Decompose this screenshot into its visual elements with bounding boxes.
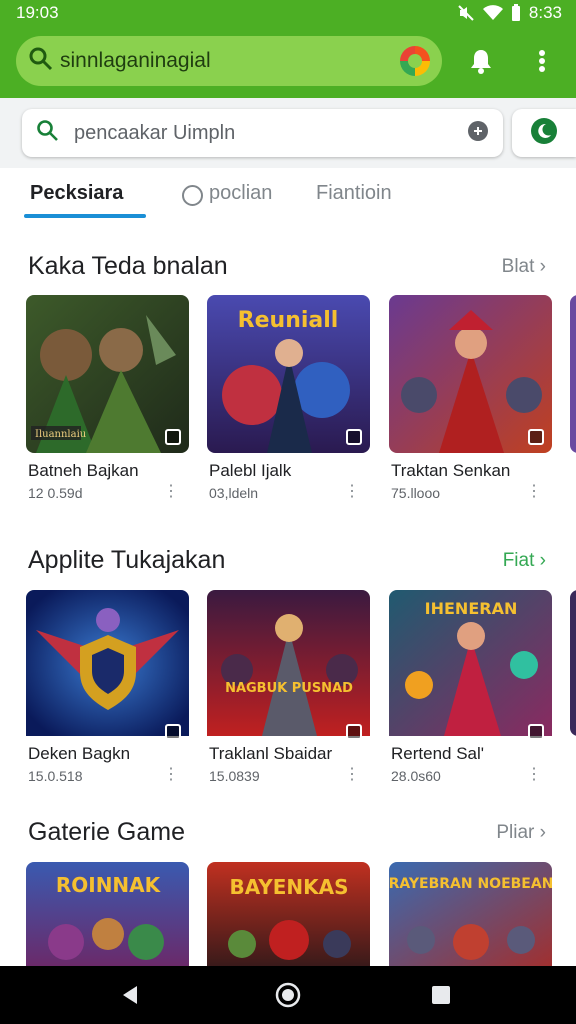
- next-card-edge: [570, 590, 576, 736]
- hero-art-icon: RAYEBRAN NOEBEAN: [389, 862, 552, 966]
- app-card[interactable]: Traktan Senkan 75.llooo ⋮: [389, 295, 552, 501]
- search-placeholder: pencaakar Uimpln: [74, 121, 236, 144]
- svg-text:NAGBUK PUSNAD: NAGBUK PUSNAD: [225, 681, 353, 696]
- filter-button[interactable]: [512, 109, 576, 157]
- svg-text:Iluannlaiu: Iluannlaiu: [35, 429, 87, 440]
- app-search-bar[interactable]: sinnlaganinagial: [16, 36, 442, 86]
- hero-art-icon: IHENERAN: [389, 590, 552, 748]
- search-input[interactable]: pencaakar Uimpln: [22, 109, 503, 157]
- card-menu-icon[interactable]: ⋮: [344, 481, 360, 501]
- app-search-text: sinnlaganinagial: [60, 49, 211, 72]
- svg-text:RAYEBRAN NOEBEAN: RAYEBRAN NOEBEAN: [389, 876, 552, 892]
- search-row: pencaakar Uimpln: [0, 98, 576, 168]
- app-meta: 28.0s60: [391, 768, 441, 784]
- app-card[interactable]: Deken Bagkn 15.0.518 ⋮: [26, 590, 189, 784]
- status-time: 19:03: [16, 3, 59, 22]
- app-name: Batneh Bajkan: [28, 461, 139, 480]
- hero-art-icon: Reuniall: [207, 295, 370, 453]
- app-card[interactable]: ROINNAK: [26, 862, 189, 966]
- svg-text:Reuniall: Reuniall: [238, 308, 339, 333]
- section-games: Gaterie Game Pliar › ROINNAK BAYENKAS RA…: [0, 814, 576, 966]
- tab-active-indicator: [24, 214, 146, 218]
- badge-icon: [346, 429, 362, 445]
- status-bar: 19:03 8:33: [0, 0, 576, 26]
- app-meta: 15.0.518: [28, 768, 83, 784]
- search-icon: [36, 119, 60, 148]
- battery-icon: [511, 4, 521, 22]
- mute-icon: [457, 4, 475, 22]
- hero-art-icon: BAYENKAS: [207, 862, 370, 966]
- app-card[interactable]: NAGBUK PUSNAD Traklanl Sbaidar 15.0839 ⋮: [207, 590, 370, 784]
- svg-text:ROINNAK: ROINNAK: [56, 873, 162, 897]
- back-icon[interactable]: [115, 980, 145, 1010]
- shield-art-icon: [26, 590, 189, 748]
- hero-art-icon: NAGBUK PUSNAD: [207, 590, 370, 748]
- section-more-link[interactable]: Pliar ›: [496, 822, 546, 844]
- badge-icon: [528, 429, 544, 445]
- tab-categories[interactable]: poclian: [209, 182, 272, 205]
- clear-icon[interactable]: [467, 120, 489, 147]
- navigation-bar: [0, 966, 576, 1024]
- app-meta: 15.0839: [209, 768, 260, 784]
- app-meta: 03,ldeln: [209, 485, 259, 501]
- home-icon[interactable]: [273, 980, 303, 1010]
- tab-top[interactable]: Fiantioin: [316, 182, 392, 205]
- tab-bar: Pecksiara poclian Fiantioin: [0, 168, 576, 224]
- app-card[interactable]: Iluannlaiu Batneh Bajkan 12 0.59d ⋮: [26, 295, 189, 501]
- section-recommended: Kaka Teda bnalan Blat › Iluannlaiu Batne…: [0, 248, 576, 518]
- section-more-link[interactable]: Fiat ›: [503, 550, 546, 572]
- app-name: Traklanl Sbaidar: [209, 744, 333, 763]
- app-card[interactable]: IHENERAN Rertend Sal' 28.0s60 ⋮: [389, 590, 552, 784]
- status-icons: 8:33: [457, 3, 562, 23]
- card-menu-icon[interactable]: ⋮: [163, 764, 179, 784]
- card-menu-icon[interactable]: ⋮: [163, 481, 179, 501]
- notification-bell-icon[interactable]: [464, 44, 498, 78]
- hero-art-icon: Iluannlaiu: [26, 295, 189, 453]
- badge-icon: [165, 724, 181, 740]
- app-meta: 75.llooo: [391, 485, 441, 501]
- svg-text:IHENERAN: IHENERAN: [425, 599, 518, 618]
- app-name: Deken Bagkn: [28, 744, 131, 763]
- badge-icon: [528, 724, 544, 740]
- section-title: Applite Tukajakan: [28, 546, 226, 574]
- card-menu-icon[interactable]: ⋮: [526, 764, 542, 784]
- section-title: Gaterie Game: [28, 818, 186, 846]
- badge-icon: [165, 429, 181, 445]
- card-menu-icon[interactable]: ⋮: [526, 481, 542, 501]
- app-name: Rertend Sal': [391, 744, 485, 763]
- svg-text:BAYENKAS: BAYENKAS: [229, 875, 348, 899]
- badge-icon: [346, 724, 362, 740]
- circle-icon: [182, 185, 203, 206]
- search-icon: [28, 46, 54, 77]
- app-card[interactable]: Reuniall Palebl Ijalk 03,ldeln ⋮: [207, 295, 370, 501]
- app-card[interactable]: RAYEBRAN NOEBEAN: [389, 862, 552, 966]
- app-name: Palebl Ijalk: [209, 461, 292, 480]
- app-name: Traktan Senkan: [391, 461, 511, 480]
- more-options-icon[interactable]: [525, 44, 559, 78]
- wifi-icon: [482, 5, 503, 21]
- next-card-edge: [570, 295, 576, 453]
- section-more-link[interactable]: Blat ›: [502, 256, 546, 278]
- app-bar: sinnlaganinagial: [0, 26, 576, 98]
- app-meta: 12 0.59d: [28, 485, 83, 501]
- recents-icon[interactable]: [426, 980, 456, 1010]
- voice-search-icon[interactable]: [400, 46, 430, 76]
- hero-art-icon: ROINNAK: [26, 862, 189, 966]
- app-card[interactable]: BAYENKAS: [207, 862, 370, 966]
- card-menu-icon[interactable]: ⋮: [344, 764, 360, 784]
- section-apps: Applite Tukajakan Fiat › Deken Bagkn 15.…: [0, 542, 576, 802]
- tab-featured[interactable]: Pecksiara: [30, 182, 123, 205]
- moon-icon: [530, 117, 558, 150]
- status-time-right: 8:33: [528, 3, 562, 22]
- section-title: Kaka Teda bnalan: [28, 252, 228, 280]
- hero-art-icon: [389, 295, 552, 453]
